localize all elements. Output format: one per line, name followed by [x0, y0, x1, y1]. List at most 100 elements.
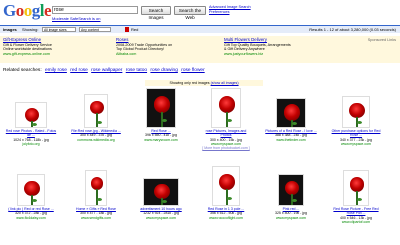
more-from-link[interactable]: [ More from photobucket.com ]	[202, 146, 249, 150]
rose-image	[218, 96, 236, 113]
sponsored-links: Sponsored Links Gift-Express Online Gift…	[0, 36, 400, 63]
show-all-link[interactable]: (show all images)	[211, 81, 239, 85]
related-link[interactable]: red rose	[70, 68, 88, 73]
logo-letter: g	[31, 1, 41, 20]
image-caption: Other purchase options for Red Rose ... 3…	[330, 129, 382, 146]
image-source-url: www.myspace.com	[276, 215, 306, 220]
ad-line: & Gift Delivery Anywhere	[224, 47, 265, 51]
advanced-search-link[interactable]: Advanced Image Search	[209, 5, 251, 9]
color-swatch[interactable]	[125, 27, 129, 32]
leaf-image	[162, 200, 167, 203]
rose-image	[349, 177, 365, 192]
image-source-url: www.clipartof.com	[341, 219, 371, 224]
image-source-url: www.thetinder.com	[276, 137, 306, 142]
safesearch-link[interactable]: Moderate SafeSearch is on	[52, 16, 100, 21]
size-select[interactable]: All image sizes	[42, 27, 76, 32]
rose-image	[349, 102, 365, 119]
ad-url: www.gift-express-online.com	[3, 51, 50, 56]
image-caption: Red Rose Picture - Free Red Rose Pict ..…	[330, 207, 382, 224]
rose-image	[24, 107, 40, 122]
leaf-image	[292, 121, 297, 125]
ad-line: Gift Top Quality Bouquets, Arrangements	[224, 42, 291, 47]
image-thumbnail[interactable]	[15, 102, 47, 128]
leaf-image	[32, 199, 37, 202]
rose-image	[283, 104, 301, 121]
content-select[interactable]: Any content	[79, 27, 111, 32]
image-title-link[interactable]: Red rose Photos - Rated - Fotos de ...	[6, 129, 56, 137]
image-thumbnail[interactable]	[146, 88, 176, 128]
image-caption: File:Red rose.jpg - Wikimedia ... 300 x 4…	[70, 129, 122, 142]
image-title-link[interactable]: Red Rose Picture - Free Red Rose Pict ..…	[333, 207, 378, 215]
leaf-image	[32, 122, 37, 126]
logo-letter: o	[23, 1, 33, 20]
image-thumbnail[interactable]	[212, 166, 240, 206]
rose-image	[219, 174, 235, 190]
image-source-url: commons.wikimedia.org	[77, 137, 115, 142]
color-filter-text: Showing only red images	[169, 81, 210, 85]
search-images-button[interactable]: Search Images	[141, 6, 171, 20]
image-caption: Red Rose ... 396 x 550 - 41k - jpg www.mar…	[135, 129, 187, 142]
related-link[interactable]: rose flower	[181, 68, 204, 73]
ad-title[interactable]: Roses	[116, 37, 128, 42]
related-link[interactable]: emily rose	[45, 68, 67, 73]
image-result[interactable]: Pink red ... 325 x 400 - 19k - jpg www.mys…	[265, 166, 317, 220]
related-link[interactable]: rose drawing	[150, 68, 177, 73]
results-count: Results 1 - 12 of about 3,280,000 (0.03 …	[309, 27, 396, 32]
header: Google rose Search Images Search the Web…	[0, 0, 400, 24]
image-thumbnail[interactable]	[211, 88, 241, 128]
image-result[interactable]: File:Red rose.jpg - Wikimedia ... 300 x 4…	[70, 88, 122, 142]
image-thumbnail[interactable]	[85, 170, 107, 206]
image-result[interactable]: Red Rose in 1 3 pole ... 356 x 512 - 50k …	[200, 166, 252, 220]
image-caption: Pink red ... 325 x 400 - 19k - jpg www.mys…	[265, 207, 317, 220]
logo-letter: o	[15, 1, 25, 20]
image-result[interactable]: rose Pictures, Images and Photos 300 x 40…	[200, 88, 252, 150]
image-thumbnail[interactable]	[343, 170, 369, 206]
related-link[interactable]: rose wallpaper	[91, 68, 122, 73]
image-caption: advertisment 10 hours ago 1232 x 924 - 28…	[135, 207, 187, 220]
image-result[interactable]: ( link pic ) Red or red Rose ... 320 x 37…	[5, 166, 57, 220]
image-thumbnail[interactable]	[276, 98, 306, 128]
ad-item: Gift-Express Online Gift & Flower Delive…	[3, 37, 118, 56]
image-result[interactable]: Pictures of a Red Rose - I love ... 388 x…	[265, 88, 317, 142]
leaf-image	[292, 199, 297, 202]
related-label: Related searches:	[3, 68, 42, 73]
leaf-image	[162, 119, 167, 122]
image-thumbnail[interactable]	[278, 174, 304, 206]
color-select[interactable]: Red	[131, 26, 138, 33]
ad-line: 2008-2009 Trade Opportunities on	[116, 42, 173, 47]
image-source-url: www.myspace.com	[146, 215, 176, 220]
color-filter-note: Showing only red images (show all images…	[145, 80, 263, 86]
image-result[interactable]: Home » Gifts » Red Rose 300 x 477 - 18k -…	[70, 166, 122, 220]
image-source-url: www.rococoflight.com	[209, 215, 243, 220]
related-link[interactable]: rose tatoo	[126, 68, 147, 73]
search-web-button[interactable]: Search the Web	[174, 6, 206, 20]
image-caption: Red rose Photos - Rated - Fotos de ... 10…	[5, 129, 57, 146]
leaf-image	[97, 120, 102, 124]
leaf-image	[357, 198, 362, 201]
rose-image	[90, 101, 104, 115]
ad-url: Alibaba.com	[116, 51, 137, 56]
related-searches: Related searches: emily rose red rose ro…	[3, 68, 205, 73]
image-caption: ( link pic ) Red or red Rose ... 320 x 37…	[5, 207, 57, 220]
image-result[interactable]: Red Rose ... 396 x 550 - 41k - jpg www.mar…	[135, 88, 187, 142]
google-logo[interactable]: Google	[3, 1, 52, 21]
image-thumbnail[interactable]	[143, 178, 179, 206]
ad-title[interactable]: Multi Flowers Delivery	[224, 37, 267, 42]
image-result[interactable]: Red Rose Picture - Free Red Rose Pict ..…	[330, 166, 382, 224]
ad-line: Top Global Product Directory!	[116, 47, 165, 51]
image-thumbnail[interactable]	[17, 174, 45, 206]
image-result[interactable]: Red rose Photos - Rated - Fotos de ... 10…	[5, 88, 57, 146]
image-thumbnail[interactable]	[84, 94, 108, 128]
ad-title[interactable]: Gift-Express Online	[3, 37, 41, 42]
ad-item: Roses 2008-2009 Trade Opportunities on T…	[116, 37, 231, 56]
image-title-link[interactable]: rose Pictures, Images and Photos	[206, 129, 247, 137]
leaf-image	[97, 198, 102, 201]
image-result[interactable]: Other purchase options for Red Rose ... 3…	[330, 88, 382, 146]
search-input[interactable]: rose	[52, 6, 138, 14]
filter-bar: Images Showing: All image sizes Any cont…	[0, 25, 400, 33]
sponsored-label: Sponsored Links	[367, 38, 396, 42]
preferences-link[interactable]: Preferences	[209, 10, 229, 14]
image-thumbnail[interactable]	[342, 96, 370, 128]
image-result[interactable]: advertisment 10 hours ago 1232 x 924 - 28…	[135, 166, 187, 220]
image-title-link[interactable]: Other purchase options for Red Rose ...	[332, 129, 381, 137]
